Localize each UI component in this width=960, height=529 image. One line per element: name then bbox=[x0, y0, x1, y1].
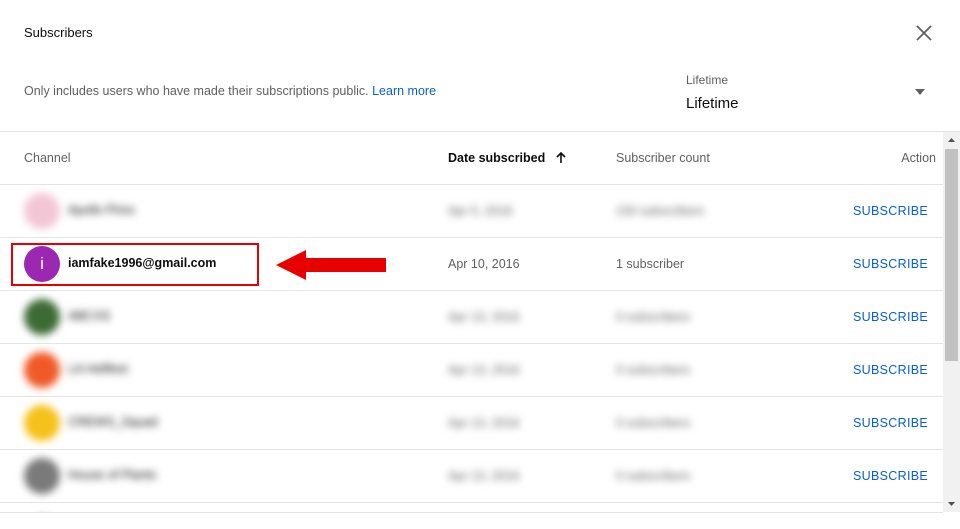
table-row: House of Plants Apr 13, 2016 0 subscribe… bbox=[0, 450, 943, 503]
subscribe-button[interactable]: SUBSCRIBE bbox=[853, 416, 928, 430]
arrow-up-icon bbox=[948, 138, 955, 142]
avatar[interactable] bbox=[24, 405, 60, 441]
subscriber-count: 0 subscribers bbox=[616, 469, 691, 483]
subscribe-button[interactable]: SUBSCRIBE bbox=[853, 257, 928, 271]
close-button[interactable] bbox=[912, 21, 936, 45]
date-subscribed: Apr 13, 2016 bbox=[448, 310, 520, 324]
subscribe-button[interactable]: SUBSCRIBE bbox=[853, 363, 928, 377]
scroll-down-button[interactable] bbox=[943, 495, 960, 512]
subscribers-table: Channel Date subscribed Subscriber count… bbox=[0, 132, 943, 529]
info-text: Only includes users who have made their … bbox=[24, 84, 436, 98]
channel-name[interactable]: ABCXS bbox=[68, 309, 110, 323]
subscriber-count: 0 subscribers bbox=[616, 363, 691, 377]
subscriber-count: 1 subscriber bbox=[616, 257, 685, 271]
avatar[interactable] bbox=[24, 352, 60, 388]
date-subscribed: Apr 13, 2016 bbox=[448, 416, 520, 430]
info-message: Only includes users who have made their … bbox=[24, 84, 369, 98]
caret-down-icon bbox=[915, 89, 925, 95]
table-header: Channel Date subscribed Subscriber count… bbox=[0, 132, 943, 185]
subscriber-count: 150 subscribers bbox=[616, 204, 705, 218]
dropdown-value: Lifetime bbox=[686, 95, 739, 112]
header-action: Action bbox=[901, 151, 936, 165]
dropdown-label: Lifetime bbox=[686, 73, 729, 87]
subscriber-count: 0 subscribers bbox=[616, 310, 691, 324]
table-row: Apollo Pires Apr 5, 2016 150 subscribers… bbox=[0, 185, 943, 238]
date-subscribed: Apr 5, 2016 bbox=[448, 204, 513, 218]
scrollbar-thumb[interactable] bbox=[945, 149, 958, 361]
table-row: CREWS_Squad Apr 13, 2016 0 subscribers S… bbox=[0, 397, 943, 450]
subscribe-button[interactable]: SUBSCRIBE bbox=[853, 310, 928, 324]
date-subscribed: Apr 13, 2016 bbox=[448, 469, 520, 483]
header-subscriber-count: Subscriber count bbox=[616, 151, 710, 165]
channel-name[interactable]: House of Plants bbox=[68, 468, 156, 482]
lifetime-dropdown[interactable]: Lifetime Lifetime bbox=[686, 70, 934, 120]
header-date-label: Date subscribed bbox=[448, 151, 546, 165]
subscribers-dialog: Subscribers Only includes users who have… bbox=[0, 0, 960, 529]
scroll-up-button[interactable] bbox=[943, 132, 960, 149]
close-icon bbox=[916, 25, 932, 41]
avatar[interactable] bbox=[24, 193, 60, 229]
learn-more-link[interactable]: Learn more bbox=[372, 84, 436, 98]
vertical-scrollbar[interactable] bbox=[943, 132, 960, 512]
table-row: ABCXS Apr 13, 2016 0 subscribers SUBSCRI… bbox=[0, 291, 943, 344]
header-channel: Channel bbox=[24, 151, 71, 165]
date-subscribed: Apr 13, 2016 bbox=[448, 363, 520, 377]
table-row: LA Hellfest Apr 13, 2016 0 subscribers S… bbox=[0, 344, 943, 397]
dialog-title: Subscribers bbox=[24, 25, 93, 40]
avatar[interactable] bbox=[24, 458, 60, 494]
arrow-left-icon bbox=[276, 250, 386, 280]
subscriber-count: 0 subscribers bbox=[616, 416, 691, 430]
date-subscribed: Apr 10, 2016 bbox=[448, 257, 520, 271]
header-date-subscribed[interactable]: Date subscribed bbox=[448, 151, 567, 165]
arrow-up-icon bbox=[556, 151, 566, 163]
arrow-down-icon bbox=[948, 502, 955, 506]
channel-name[interactable]: LA Hellfest bbox=[68, 362, 128, 376]
highlight-box bbox=[11, 243, 259, 286]
subscribe-button[interactable]: SUBSCRIBE bbox=[853, 204, 928, 218]
subscribe-button[interactable]: SUBSCRIBE bbox=[853, 469, 928, 483]
avatar[interactable] bbox=[24, 299, 60, 335]
channel-name[interactable]: CREWS_Squad bbox=[68, 415, 158, 429]
channel-name[interactable]: Apollo Pires bbox=[68, 203, 135, 217]
table-bottom-edge bbox=[0, 512, 943, 529]
